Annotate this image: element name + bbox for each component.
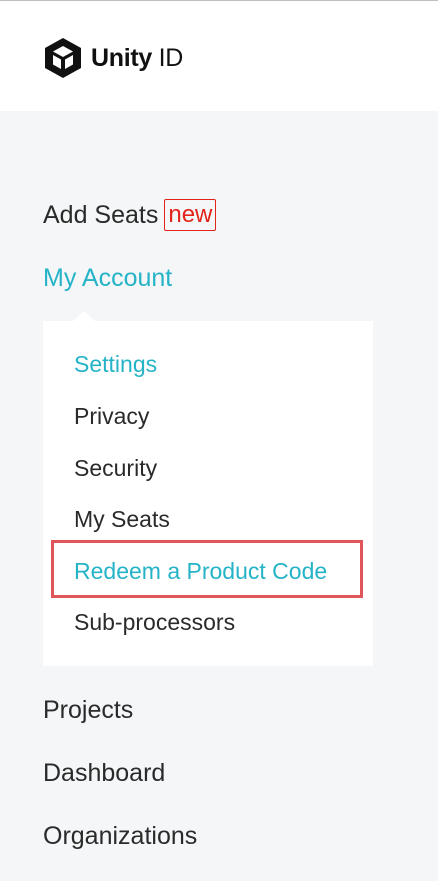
submenu-item-settings[interactable]: Settings — [74, 351, 157, 378]
submenu-caret — [73, 311, 95, 321]
nav-item-my-account[interactable]: My Account — [43, 264, 172, 293]
logo-text-bold: Unity — [91, 43, 153, 72]
nav-item-add-seats[interactable]: Add Seats new — [43, 199, 217, 231]
nav-item-label: Add Seats — [43, 201, 159, 229]
submenu-item-sub-processors[interactable]: Sub-processors — [74, 609, 235, 636]
unity-cube-icon — [45, 38, 81, 78]
my-account-submenu: Settings Privacy Security My Seats Redee… — [43, 311, 373, 666]
unity-id-logo[interactable]: Unity ID — [43, 37, 183, 79]
submenu-item-privacy[interactable]: Privacy — [74, 403, 149, 430]
new-badge: new — [164, 199, 217, 231]
logo-text-light: ID — [152, 43, 184, 72]
nav-item-dashboard[interactable]: Dashboard — [43, 759, 165, 788]
submenu-item-redeem-product-code[interactable]: Redeem a Product Code — [74, 558, 327, 585]
header: Unity ID — [0, 1, 438, 111]
logo-text: Unity ID — [91, 44, 183, 73]
nav-item-projects[interactable]: Projects — [43, 696, 133, 725]
submenu-item-my-seats[interactable]: My Seats — [74, 506, 170, 533]
submenu-item-security[interactable]: Security — [74, 455, 157, 482]
nav-item-organizations[interactable]: Organizations — [43, 822, 197, 851]
